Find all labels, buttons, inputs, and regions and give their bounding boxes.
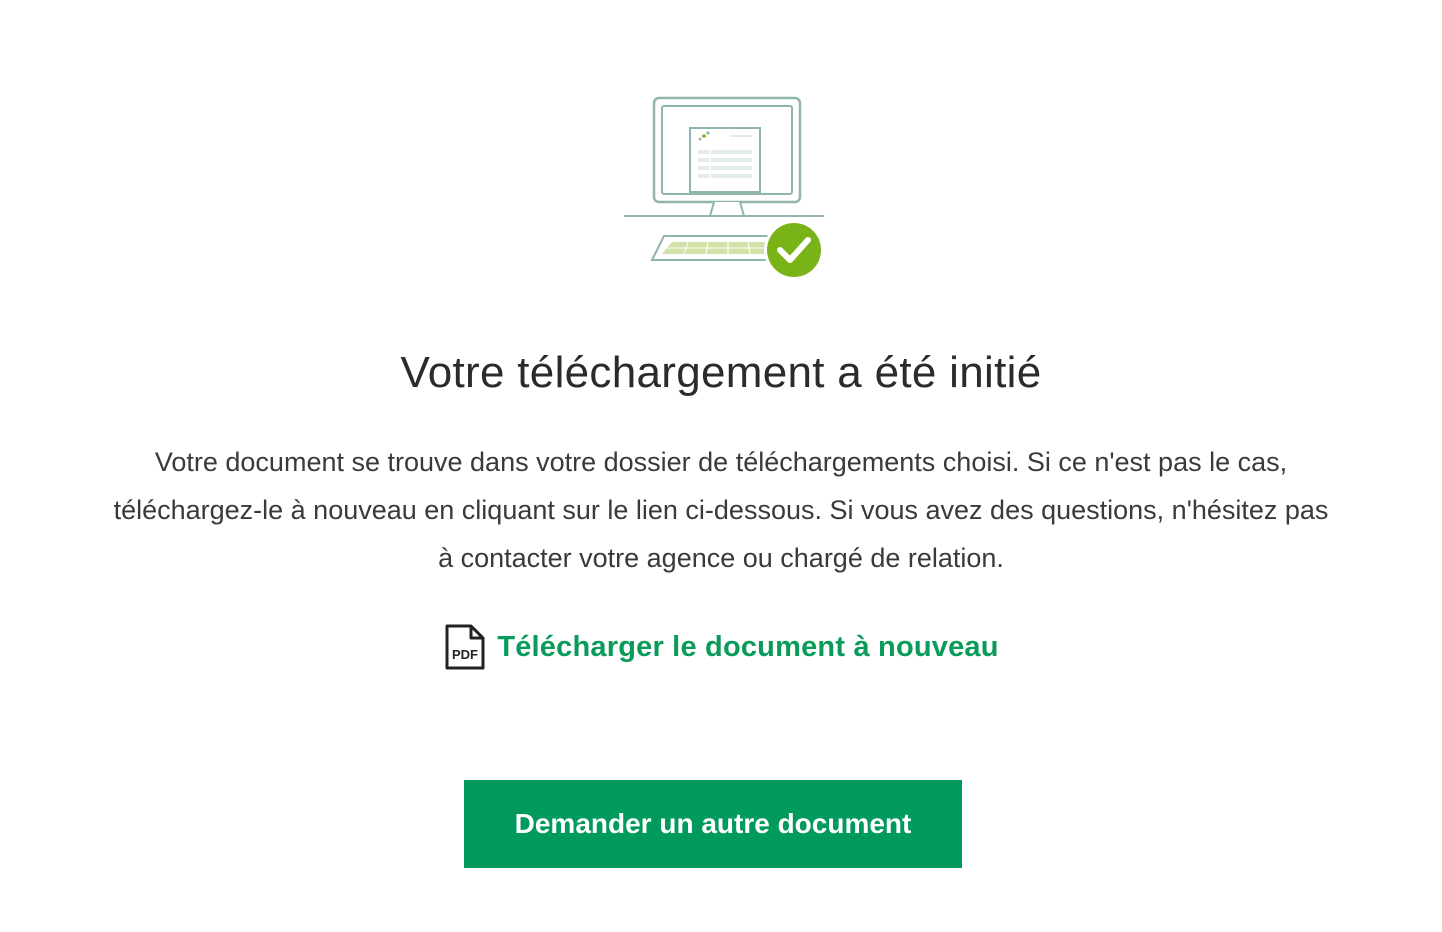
pdf-icon-text: PDF	[452, 647, 478, 662]
info-message: Votre document se trouve dans votre doss…	[20, 438, 1422, 582]
redownload-label: Télécharger le document à nouveau	[497, 630, 999, 663]
info-message-line-3: à contacter votre agence ou chargé de re…	[438, 543, 1004, 573]
redownload-link[interactable]: PDF Télécharger le document à nouveau	[443, 622, 998, 672]
download-success-illustration	[618, 92, 830, 284]
pdf-file-icon: PDF	[443, 622, 487, 672]
success-check-icon	[764, 220, 824, 280]
request-another-document-button[interactable]: Demander un autre document	[464, 780, 962, 868]
redownload-row: PDF Télécharger le document à nouveau	[0, 622, 1442, 672]
computer-monitor-icon	[624, 96, 824, 280]
info-message-line-1: Votre document se trouve dans votre doss…	[154, 447, 1288, 477]
page-title: Votre téléchargement a été initié	[400, 348, 1042, 397]
info-message-line-2: téléchargez-le à nouveau en cliquant sur…	[113, 495, 1329, 525]
